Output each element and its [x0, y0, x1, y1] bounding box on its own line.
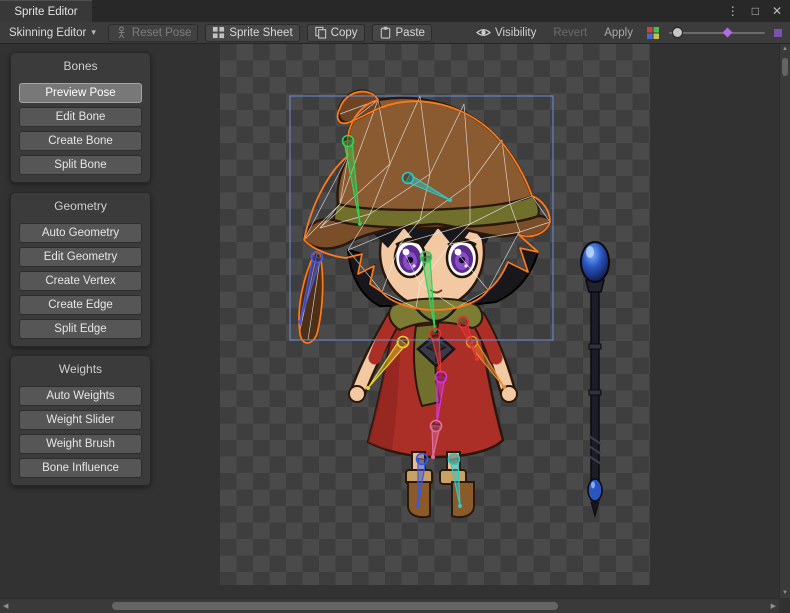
sprite-staff — [581, 242, 609, 516]
maximize-icon[interactable]: □ — [752, 5, 759, 17]
split-bone-button[interactable]: Split Bone — [19, 155, 142, 175]
close-icon[interactable]: ✕ — [772, 5, 782, 17]
create-vertex-button[interactable]: Create Vertex — [19, 271, 142, 291]
titlebar: Sprite Editor ⋮ □ ✕ — [0, 0, 790, 22]
toolbar: Skinning Editor ▾ Reset Pose Sprite Shee… — [0, 22, 790, 44]
editor-mode-dropdown[interactable]: Skinning Editor ▾ — [4, 24, 101, 42]
zoom-slider[interactable] — [669, 24, 765, 42]
scroll-left-icon[interactable]: ◀ — [3, 602, 8, 610]
horizontal-scrollbar-thumb[interactable] — [112, 602, 558, 610]
weights-panel-title: Weights — [11, 356, 150, 382]
sprite-character — [299, 91, 550, 517]
zoom-slider-marker — [723, 27, 733, 37]
zoom-slider-track[interactable] — [669, 32, 765, 34]
chevron-down-icon: ▾ — [91, 27, 96, 38]
split-edge-button[interactable]: Split Edge — [19, 319, 142, 339]
weight-brush-button[interactable]: Weight Brush — [19, 434, 142, 454]
edit-geometry-button[interactable]: Edit Geometry — [19, 247, 142, 267]
toolbar-right-group: Visibility Revert Apply — [472, 24, 782, 42]
bone-influence-button[interactable]: Bone Influence — [19, 458, 142, 478]
create-bone-button[interactable]: Create Bone — [19, 131, 142, 151]
bones-panel: Bones Preview Pose Edit Bone Create Bone… — [10, 52, 151, 183]
vertical-scrollbar-thumb[interactable] — [782, 58, 788, 76]
sprite-layer — [220, 44, 650, 585]
purple-chip-icon — [774, 29, 782, 37]
auto-weights-button[interactable]: Auto Weights — [19, 386, 142, 406]
reset-pose-button[interactable]: Reset Pose — [108, 24, 198, 42]
preview-pose-button[interactable]: Preview Pose — [19, 83, 142, 103]
paste-button[interactable]: Paste — [372, 24, 432, 42]
vertical-scrollbar[interactable]: ▲ ▼ — [779, 44, 790, 598]
apply-button[interactable]: Apply — [600, 24, 637, 42]
scrollbar-corner — [779, 598, 790, 613]
visibility-button[interactable]: Visibility — [472, 24, 540, 42]
copy-icon — [314, 26, 327, 39]
paste-icon — [379, 26, 392, 39]
sprite-sheet-icon — [212, 26, 225, 39]
tab-title: Sprite Editor — [14, 6, 77, 18]
reset-pose-icon — [115, 26, 128, 39]
geometry-panel: Geometry Auto Geometry Edit Geometry Cre… — [10, 192, 151, 347]
copy-button[interactable]: Copy — [307, 24, 365, 42]
edit-bone-button[interactable]: Edit Bone — [19, 107, 142, 127]
weight-slider-button[interactable]: Weight Slider — [19, 410, 142, 430]
kebab-menu-icon[interactable]: ⋮ — [727, 5, 739, 17]
rgb-swatch-icon[interactable] — [646, 26, 660, 40]
bones-panel-title: Bones — [11, 53, 150, 79]
editor-mode-label: Skinning Editor — [9, 27, 86, 39]
scroll-right-icon[interactable]: ▶ — [771, 602, 776, 610]
horizontal-scrollbar[interactable]: ◀ ▶ — [0, 598, 779, 613]
scroll-up-icon[interactable]: ▲ — [780, 46, 790, 52]
zoom-slider-knob[interactable] — [672, 27, 683, 38]
geometry-panel-title: Geometry — [11, 193, 150, 219]
scroll-down-icon[interactable]: ▼ — [780, 590, 790, 596]
sprite-editor-window: Sprite Editor ⋮ □ ✕ Skinning Editor ▾ Re… — [0, 0, 790, 613]
auto-geometry-button[interactable]: Auto Geometry — [19, 223, 142, 243]
sprite-editor-tab[interactable]: Sprite Editor — [0, 0, 92, 22]
window-controls: ⋮ □ ✕ — [727, 0, 782, 22]
create-edge-button[interactable]: Create Edge — [19, 295, 142, 315]
eye-icon — [476, 26, 491, 39]
sprite-sheet-button[interactable]: Sprite Sheet — [205, 24, 299, 42]
weights-panel: Weights Auto Weights Weight Slider Weigh… — [10, 355, 151, 486]
revert-button[interactable]: Revert — [549, 24, 591, 42]
